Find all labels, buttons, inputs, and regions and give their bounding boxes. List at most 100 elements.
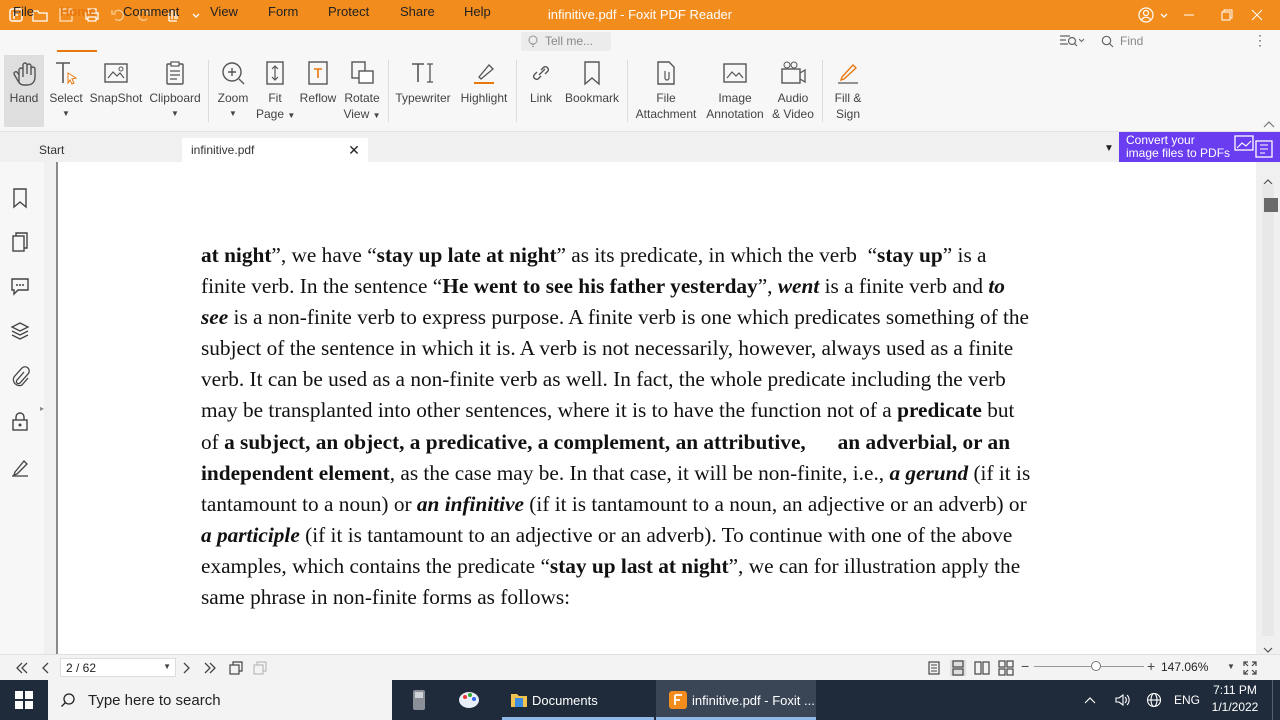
text-run: ”, xyxy=(757,274,778,299)
taskbar-app-printer-icon[interactable] xyxy=(406,688,432,712)
zoom-out-icon[interactable]: − xyxy=(1021,658,1029,674)
zoom-level-value[interactable]: 147.06% xyxy=(1161,660,1208,674)
typewriter-button[interactable]: Typewriter xyxy=(394,55,452,127)
search-options-icon[interactable] xyxy=(1058,33,1086,49)
full-screen-icon[interactable] xyxy=(1242,660,1258,676)
zoom-slider-knob[interactable] xyxy=(1091,661,1101,671)
taskbar-app-foxit[interactable]: infinitive.pdf - Foxit ... xyxy=(656,680,816,720)
zoom-button[interactable]: Zoom ▼ xyxy=(214,55,252,127)
menu-comment[interactable]: Comment xyxy=(123,4,179,19)
signatures-panel-icon[interactable] xyxy=(9,456,31,478)
menu-help[interactable]: Help xyxy=(464,4,491,19)
taskbar-app-documents[interactable]: Documents xyxy=(502,680,654,720)
audio-video-button[interactable]: Audio & Video xyxy=(770,55,816,127)
tab-infinitive-pdf[interactable]: infinitive.pdf xyxy=(182,138,368,162)
security-panel-icon[interactable] xyxy=(9,410,31,432)
rotate-view-icon xyxy=(348,59,376,87)
network-globe-icon[interactable] xyxy=(1142,680,1166,720)
menu-home[interactable]: Home xyxy=(60,4,96,19)
rotate-view-label-1: Rotate xyxy=(344,91,380,105)
file-attachment-label-1: File xyxy=(656,91,676,105)
rotate-view-button[interactable]: Rotate View ▼ xyxy=(341,55,383,127)
layers-panel-icon[interactable] xyxy=(9,320,31,342)
image-annotation-button[interactable]: Image Annotation xyxy=(704,55,766,127)
taskbar-app-paint-icon[interactable] xyxy=(456,688,482,712)
close-window-button[interactable] xyxy=(1234,0,1280,30)
hand-icon xyxy=(10,59,38,87)
fit-page-icon xyxy=(261,59,289,87)
reflow-icon xyxy=(304,59,332,87)
page-number-input[interactable]: 2 / 62 ▼ xyxy=(60,658,176,677)
continuous-facing-view-icon[interactable] xyxy=(998,660,1014,676)
convert-images-ad-banner[interactable]: Convert your image files to PDFs xyxy=(1119,132,1280,162)
last-page-icon[interactable] xyxy=(202,660,218,676)
show-desktop-button[interactable] xyxy=(1272,680,1280,720)
zoom-in-icon[interactable]: + xyxy=(1147,658,1155,674)
zoom-dropdown-caret[interactable]: ▼ xyxy=(1227,662,1235,671)
page-dropdown-caret[interactable]: ▼ xyxy=(163,662,171,671)
tab-list-dropdown-icon[interactable]: ▼ xyxy=(1104,143,1116,155)
link-icon xyxy=(527,59,555,87)
link-button[interactable]: Link xyxy=(522,55,560,127)
text-line: a participle (if it is tantamount to an … xyxy=(201,520,1131,551)
text-line: same phrase in non-finite forms as follo… xyxy=(201,582,1131,613)
snapshot-label: SnapShot xyxy=(89,91,143,105)
next-page-icon[interactable] xyxy=(178,660,194,676)
volume-icon[interactable] xyxy=(1110,680,1134,720)
tell-me-search[interactable]: Tell me... xyxy=(521,32,611,51)
menu-share[interactable]: Share xyxy=(400,4,435,19)
highlight-button[interactable]: Highlight xyxy=(458,55,510,127)
menu-form[interactable]: Form xyxy=(268,4,298,19)
select-tool-button[interactable]: Select ▼ xyxy=(48,55,84,127)
document-viewport[interactable]: at night”, we have “stay up late at nigh… xyxy=(44,162,1256,654)
previous-view-icon[interactable] xyxy=(228,660,244,676)
fill-sign-button[interactable]: Fill & Sign xyxy=(828,55,868,127)
vertical-scrollbar[interactable] xyxy=(1256,162,1280,654)
menu-file[interactable]: File xyxy=(13,4,34,19)
text-run: a participle xyxy=(201,522,300,547)
file-attachment-button[interactable]: File Attachment xyxy=(634,55,698,127)
taskbar-search-box[interactable]: Type here to search xyxy=(48,680,392,720)
menu-protect[interactable]: Protect xyxy=(328,4,369,19)
show-hidden-icons-chevron[interactable] xyxy=(1080,680,1100,720)
find-search-icon xyxy=(1101,35,1114,48)
bookmark-icon xyxy=(578,59,606,87)
bookmark-button[interactable]: Bookmark xyxy=(564,55,620,127)
text-line: verb. It can be used as a non-finite ver… xyxy=(201,364,1131,395)
hand-tool-button[interactable]: Hand xyxy=(4,55,44,127)
system-clock[interactable]: 7:11 PM 1/1/2022 xyxy=(1202,682,1268,716)
facing-view-icon[interactable] xyxy=(974,660,990,676)
clock-date: 1/1/2022 xyxy=(1211,700,1259,714)
scroll-track[interactable] xyxy=(1262,184,1274,636)
input-language-indicator[interactable]: ENG xyxy=(1170,680,1204,720)
file-attachment-icon xyxy=(652,59,680,87)
continuous-view-icon[interactable] xyxy=(950,660,966,676)
comments-panel-icon[interactable] xyxy=(9,275,31,297)
account-icon[interactable] xyxy=(1136,5,1156,25)
windows-logo-icon xyxy=(15,691,33,709)
more-options-icon[interactable]: ⋮ xyxy=(1253,33,1267,49)
scroll-thumb[interactable] xyxy=(1264,198,1278,212)
collapse-ribbon-icon[interactable] xyxy=(1262,116,1276,128)
snapshot-button[interactable]: SnapShot xyxy=(88,55,144,127)
clipboard-button[interactable]: Clipboard ▼ xyxy=(148,55,202,127)
next-view-icon[interactable] xyxy=(252,660,268,676)
first-page-icon[interactable] xyxy=(14,660,30,676)
fit-page-button[interactable]: Fit Page ▼ xyxy=(256,55,296,127)
scroll-up-arrow-icon[interactable] xyxy=(1262,174,1274,185)
find-input[interactable]: Find xyxy=(1097,32,1240,51)
previous-page-icon[interactable] xyxy=(38,660,54,676)
reflow-button[interactable]: Reflow xyxy=(298,55,338,127)
attachments-panel-icon[interactable] xyxy=(9,366,31,388)
zoom-slider-track[interactable] xyxy=(1034,666,1144,667)
menu-view[interactable]: View xyxy=(210,4,238,19)
tab-start[interactable]: Start xyxy=(30,138,180,162)
pages-panel-icon[interactable] xyxy=(9,231,31,253)
single-page-view-icon[interactable] xyxy=(926,660,942,676)
start-button[interactable] xyxy=(0,680,48,720)
bookmarks-panel-icon[interactable] xyxy=(9,187,31,209)
scroll-down-arrow-icon[interactable] xyxy=(1262,642,1274,653)
fit-page-dropdown-caret: ▼ xyxy=(287,111,296,120)
close-tab-icon[interactable]: ✕ xyxy=(346,142,362,158)
text-run: a gerund xyxy=(889,460,969,485)
